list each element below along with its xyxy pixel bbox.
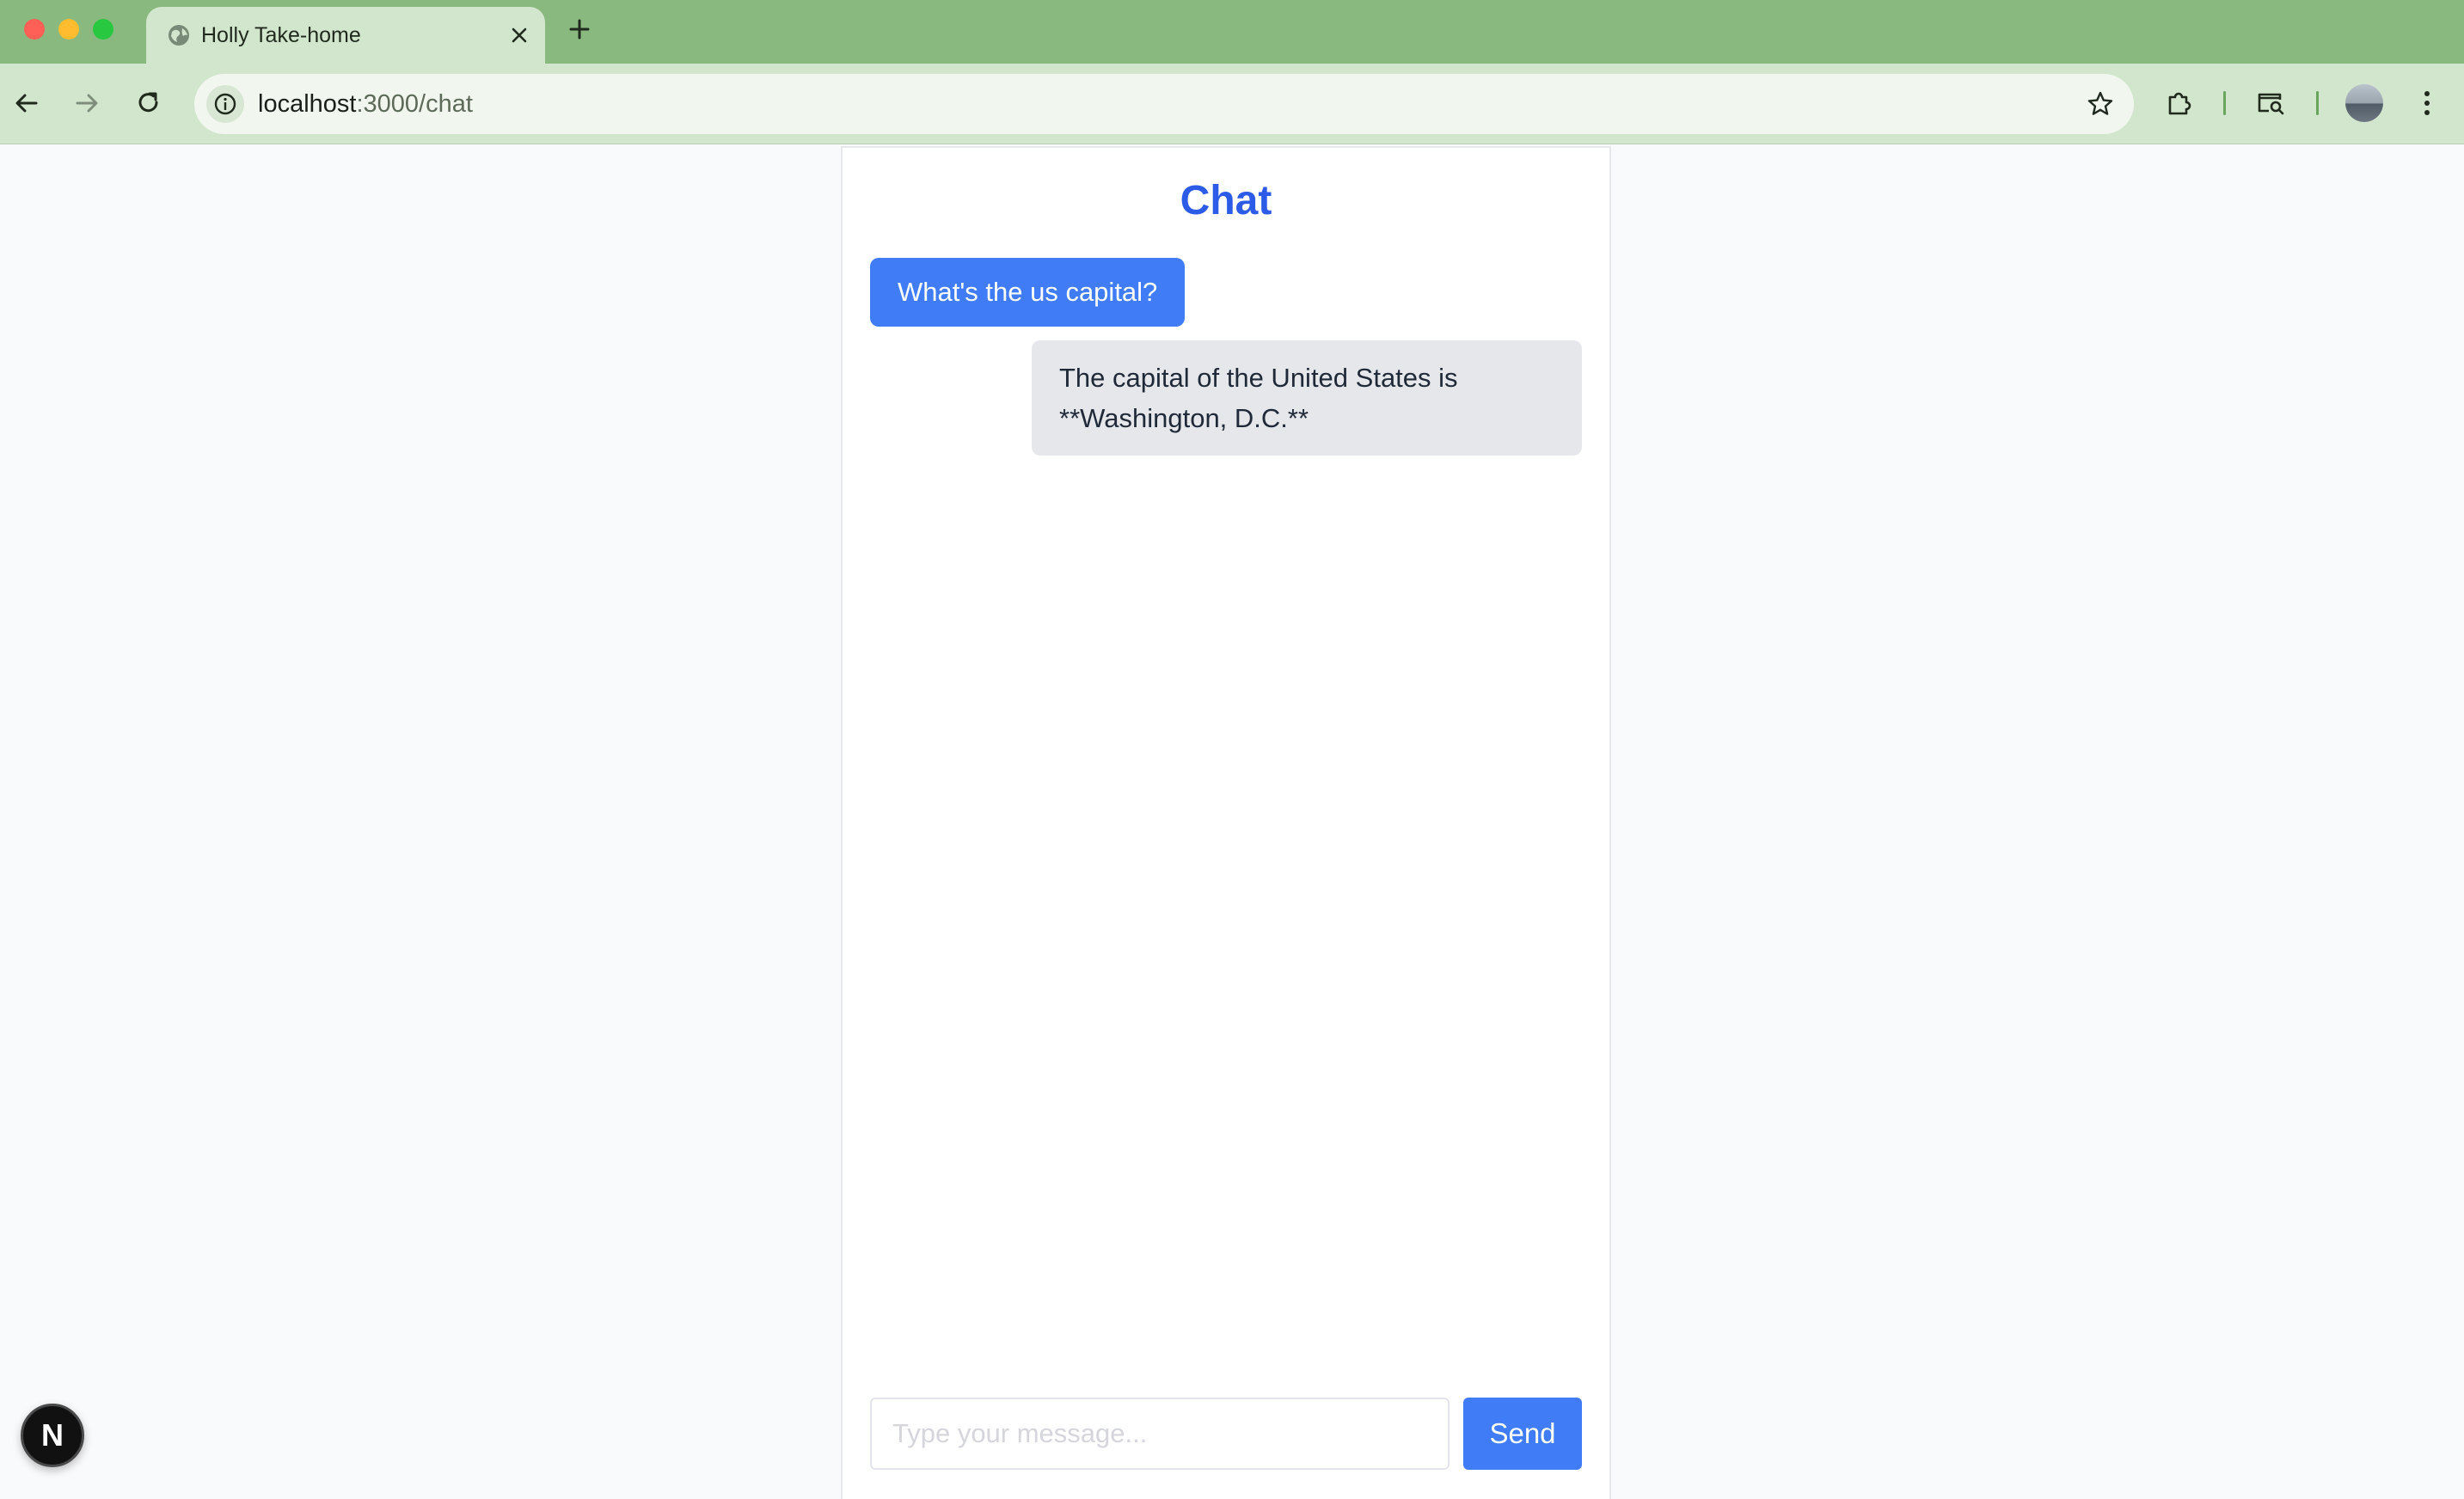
url-path: :3000/chat (356, 90, 473, 118)
globe-icon (167, 23, 191, 47)
nextjs-logo-icon[interactable]: N (21, 1404, 84, 1467)
avatar[interactable] (2345, 84, 2383, 122)
info-icon[interactable] (206, 85, 244, 123)
message-input[interactable] (870, 1398, 1450, 1470)
maximize-window-button[interactable] (93, 19, 113, 40)
user-message: What's the us capital? (870, 258, 1186, 327)
tab-title: Holly Take-home (201, 23, 361, 47)
toolbar-separator (2223, 91, 2226, 115)
back-arrow-icon[interactable] (7, 83, 46, 123)
toolbar-separator (2316, 91, 2319, 115)
address-bar[interactable]: localhost:3000/chat (194, 74, 2134, 134)
tab-strip: Holly Take-home (0, 0, 2464, 64)
page-viewport: Chat What's the us capital? The capital … (0, 144, 2464, 1499)
close-icon[interactable] (506, 21, 533, 49)
plus-icon[interactable] (564, 14, 595, 45)
puzzle-icon[interactable] (2160, 83, 2199, 123)
dev-badge-label: N (41, 1417, 64, 1453)
page-title: Chat (1180, 178, 1272, 223)
kebab-menu-icon[interactable] (2407, 83, 2447, 123)
tab-holly-take-home[interactable]: Holly Take-home (146, 7, 545, 64)
assistant-message: The capital of the United States is **Wa… (1032, 340, 1582, 456)
url-text[interactable]: localhost:3000/chat (258, 74, 473, 134)
forward-arrow-icon[interactable] (67, 83, 107, 123)
star-icon[interactable] (2081, 84, 2120, 124)
browser-toolbar: localhost:3000/chat (0, 64, 2464, 144)
close-window-button[interactable] (24, 19, 45, 40)
url-host: localhost (258, 90, 357, 118)
chat-panel: Chat What's the us capital? The capital … (841, 146, 1611, 1499)
tab-search-icon[interactable] (2251, 83, 2290, 123)
browser-window: Holly Take-home localhost:3000/chat Chat… (0, 0, 2464, 1499)
reload-icon[interactable] (129, 83, 169, 123)
send-button[interactable]: Send (1463, 1398, 1582, 1470)
minimize-window-button[interactable] (58, 19, 79, 40)
